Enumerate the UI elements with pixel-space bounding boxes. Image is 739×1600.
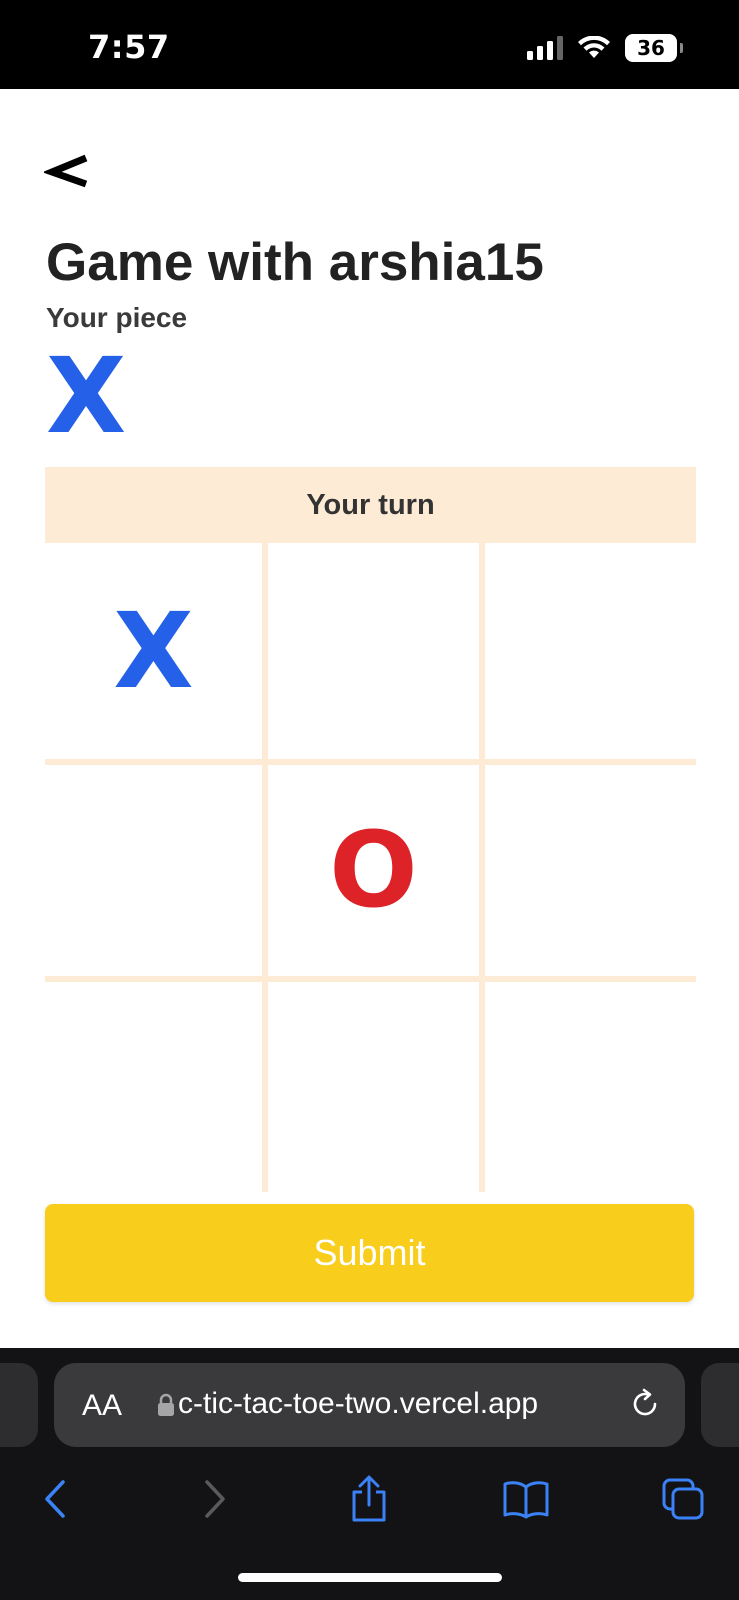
status-bar: 7:57 36 <box>0 0 739 89</box>
next-tab-preview[interactable] <box>701 1363 739 1447</box>
board-cell[interactable] <box>482 979 699 1195</box>
tabs-icon <box>662 1478 704 1520</box>
status-icons: 36 <box>527 34 683 62</box>
page-title: Game with arshia15 <box>46 233 544 292</box>
address-bar[interactable]: AA c-tic-tac-toe-two.vercel.app <box>54 1363 685 1447</box>
battery-indicator: 36 <box>625 34 683 62</box>
game-board: X O <box>45 543 696 1192</box>
board-cell[interactable] <box>45 762 262 978</box>
turn-status-banner: Your turn <box>45 467 696 543</box>
lock-icon <box>158 1393 174 1416</box>
previous-tab-preview[interactable] <box>0 1363 38 1447</box>
board-cell[interactable] <box>45 979 262 1195</box>
browser-bar: AA c-tic-tac-toe-two.vercel.app <box>0 1348 739 1600</box>
home-indicator <box>238 1573 502 1582</box>
board-cell[interactable] <box>482 543 699 759</box>
back-chevron-icon <box>42 154 88 188</box>
board-cell[interactable] <box>265 543 482 759</box>
back-button[interactable] <box>42 148 92 196</box>
url-value: c-tic-tac-toe-two.vercel.app <box>178 1387 539 1420</box>
browser-forward-button[interactable] <box>188 1473 240 1525</box>
url-text[interactable]: c-tic-tac-toe-two.vercel.app <box>178 1387 658 1421</box>
reader-settings-label: AA <box>82 1389 123 1422</box>
browser-back-button[interactable] <box>30 1473 82 1525</box>
status-time: 7:57 <box>88 28 170 66</box>
share-icon <box>352 1475 386 1522</box>
signal-icon <box>527 36 563 60</box>
board-cell[interactable]: X <box>45 543 262 759</box>
submit-button[interactable]: Submit <box>45 1204 694 1302</box>
board-cell[interactable]: O <box>265 762 482 978</box>
book-icon <box>503 1481 549 1519</box>
board-cell[interactable] <box>482 762 699 978</box>
reader-settings-button[interactable]: AA <box>82 1389 122 1423</box>
share-button[interactable] <box>343 1473 395 1525</box>
browser-toolbar <box>0 1463 739 1533</box>
reload-icon[interactable] <box>629 1388 661 1420</box>
board-cell[interactable] <box>265 979 482 1195</box>
chevron-left-icon <box>45 1480 65 1518</box>
your-piece-label: Your piece <box>46 302 188 333</box>
tabs-button[interactable] <box>657 1473 709 1525</box>
your-piece-symbol: X <box>46 335 127 457</box>
bookmarks-button[interactable] <box>500 1473 552 1525</box>
chevron-right-icon <box>205 1480 225 1518</box>
wifi-icon <box>578 36 610 58</box>
